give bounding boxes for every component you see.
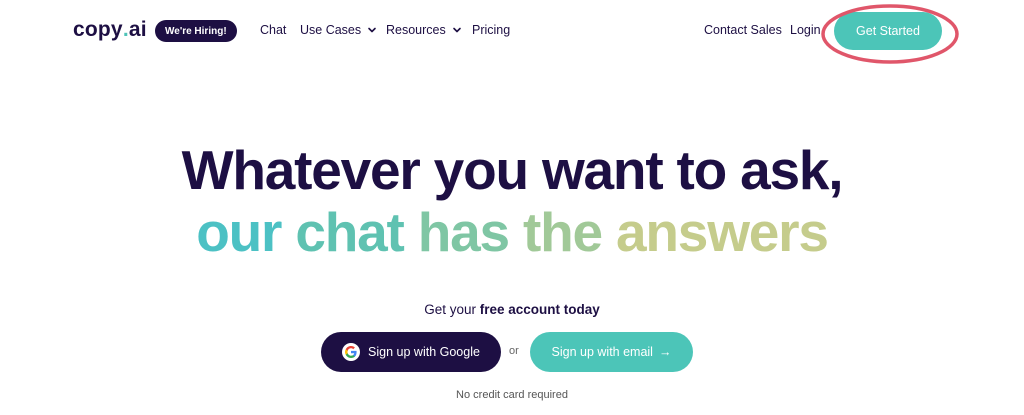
nav-chat[interactable]: Chat	[260, 23, 286, 37]
chevron-down-icon	[366, 24, 378, 36]
nav-use-cases[interactable]: Use Cases	[300, 23, 378, 37]
google-icon	[342, 343, 361, 361]
get-started-button[interactable]: Get Started	[834, 12, 942, 50]
signup-prompt: Get your free account today	[424, 302, 600, 317]
or-separator: or	[509, 345, 519, 357]
arrow-right-icon: →	[658, 345, 672, 359]
email-signup-button[interactable]: Sign up with email →	[530, 332, 693, 372]
no-credit-card-note: No credit card required	[456, 389, 568, 401]
hero-headline: Whatever you want to ask,	[181, 139, 844, 201]
hiring-badge[interactable]: We're Hiring!	[155, 20, 237, 42]
landing-page: copy. ai We're Hiring! Chat Use Cases Res…	[0, 0, 1024, 415]
copyai-logo[interactable]: copy. ai	[73, 18, 147, 42]
nav-login[interactable]: Login	[790, 23, 821, 37]
nav-contact-sales[interactable]: Contact Sales	[704, 23, 782, 37]
nav-resources[interactable]: Resources	[386, 23, 463, 37]
google-signup-button[interactable]: Sign up with Google	[321, 332, 501, 372]
nav-pricing[interactable]: Pricing	[472, 23, 510, 37]
hero-subline: our chat has the answers	[196, 201, 829, 263]
chevron-down-icon	[451, 24, 463, 36]
